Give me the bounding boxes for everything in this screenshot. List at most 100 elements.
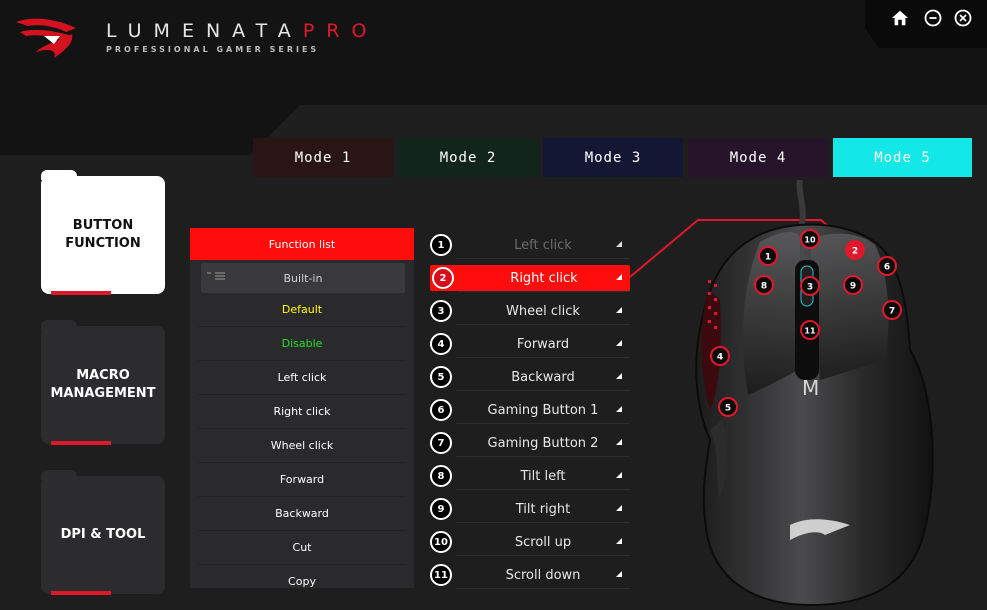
- tab-mode-2[interactable]: Mode 2: [398, 138, 538, 177]
- brand-name: LUMENATA: [106, 20, 303, 42]
- button-function-label: Tilt right: [515, 501, 571, 517]
- function-list-item[interactable]: Disable: [198, 327, 406, 361]
- button-number-badge: 9: [430, 498, 452, 520]
- function-list-item[interactable]: Cut: [198, 531, 406, 565]
- marker-number: 8: [761, 282, 767, 292]
- dropdown-arrow-icon: [616, 373, 622, 379]
- logo: LUMENATAPRO PROFESSIONAL GAMER SERIES: [14, 14, 414, 64]
- function-list-item[interactable]: Right click: [198, 395, 406, 429]
- button-number-badge: 10: [430, 531, 452, 553]
- marker-number: 2: [852, 247, 858, 257]
- mouse-marker-3[interactable]: 3: [800, 276, 820, 296]
- dropdown-arrow-icon: [616, 505, 622, 511]
- button-function-select[interactable]: Scroll up: [456, 531, 630, 556]
- function-list-item[interactable]: Copy: [198, 565, 406, 588]
- button-function-label: Tilt left: [520, 468, 566, 484]
- card-notch: [41, 320, 77, 330]
- nav-button-function-label: BUTTON FUNCTION: [65, 218, 141, 251]
- button-function-label: Backward: [511, 369, 575, 385]
- button-function-select[interactable]: Right click: [458, 267, 630, 292]
- button-row-2[interactable]: 2 Right click: [430, 265, 630, 292]
- button-number-badge: 4: [430, 333, 452, 355]
- button-function-select[interactable]: Tilt left: [456, 465, 630, 490]
- function-list-item[interactable]: Default: [198, 293, 406, 327]
- function-list-item[interactable]: Backward: [198, 497, 406, 531]
- button-function-select[interactable]: Gaming Button 2: [456, 432, 630, 457]
- button-row-6[interactable]: 6 Gaming Button 1: [430, 398, 630, 424]
- mouse-marker-5[interactable]: 5: [718, 397, 738, 417]
- minimize-icon[interactable]: [924, 9, 942, 27]
- button-row-4[interactable]: 4 Forward: [430, 332, 630, 358]
- marker-number: 4: [717, 353, 723, 363]
- button-row-8[interactable]: 8 Tilt left: [430, 464, 630, 490]
- mouse-marker-1[interactable]: 1: [758, 246, 778, 266]
- mouse-marker-8[interactable]: 8: [754, 275, 774, 295]
- button-function-select[interactable]: Scroll down: [456, 564, 630, 589]
- tab-mode-1[interactable]: Mode 1: [253, 138, 393, 177]
- list-icon: [207, 272, 225, 280]
- dropdown-arrow-icon: [616, 274, 622, 280]
- button-function-label: Forward: [516, 336, 570, 352]
- function-list-item[interactable]: Forward: [198, 463, 406, 497]
- button-row-5[interactable]: 5 Backward: [430, 365, 630, 391]
- button-row-1[interactable]: 1 Left click: [430, 233, 630, 259]
- button-row-10[interactable]: 10 Scroll up: [430, 530, 630, 556]
- marker-number: 1: [765, 253, 771, 263]
- nav-macro-management[interactable]: MACRO MANAGEMENT: [41, 320, 165, 445]
- button-row-11[interactable]: 11 Scroll down: [430, 563, 630, 589]
- tab-mode-3[interactable]: Mode 3: [543, 138, 683, 177]
- home-icon[interactable]: [891, 9, 909, 27]
- button-number-badge: 3: [430, 300, 452, 322]
- marker-number: 7: [889, 307, 895, 317]
- builtin-category[interactable]: Built-in: [201, 263, 405, 293]
- tab-mode-4[interactable]: Mode 4: [688, 138, 828, 177]
- function-list-item[interactable]: Wheel click: [198, 429, 406, 463]
- nav-dpi-tool[interactable]: DPI & TOOL: [41, 470, 165, 595]
- button-row-9[interactable]: 9 Tilt right: [430, 497, 630, 523]
- active-indicator: [51, 291, 111, 295]
- button-number-badge: 7: [430, 432, 452, 454]
- mouse-marker-7[interactable]: 7: [882, 300, 902, 320]
- mouse-marker-2[interactable]: 2: [845, 240, 865, 260]
- card-indicator: [51, 441, 111, 445]
- button-number-badge: 8: [430, 465, 452, 487]
- button-function-select[interactable]: Tilt right: [456, 498, 630, 523]
- logo-mark-icon: [16, 18, 76, 58]
- button-function-select[interactable]: Wheel click: [456, 300, 630, 325]
- mouse-marker-11[interactable]: 11: [800, 320, 820, 340]
- dropdown-arrow-icon: [616, 472, 622, 478]
- mouse-marker-4[interactable]: 4: [710, 346, 730, 366]
- dropdown-arrow-icon: [616, 241, 622, 247]
- builtin-label: Built-in: [283, 271, 323, 285]
- button-function-select[interactable]: Left click: [456, 234, 630, 259]
- button-function-label: Wheel click: [506, 303, 580, 319]
- brand-title: LUMENATAPRO: [106, 20, 378, 42]
- button-function-select[interactable]: Gaming Button 1: [456, 399, 630, 424]
- mouse-marker-9[interactable]: 9: [843, 275, 863, 295]
- button-function-label: Scroll up: [514, 534, 572, 550]
- button-number-badge: 5: [430, 366, 452, 388]
- mouse-glyph: M: [802, 376, 819, 400]
- button-function-select[interactable]: Backward: [456, 366, 630, 391]
- button-row-7[interactable]: 7 Gaming Button 2: [430, 431, 630, 457]
- button-function-label: Gaming Button 1: [487, 402, 599, 418]
- function-list-item[interactable]: Left click: [198, 361, 406, 395]
- close-icon[interactable]: [954, 9, 972, 27]
- nav-button-function[interactable]: BUTTON FUNCTION: [41, 170, 165, 295]
- button-function-label: Right click: [510, 270, 578, 286]
- marker-number: 11: [804, 327, 816, 336]
- card-indicator: [51, 591, 111, 595]
- button-number-badge: 2: [432, 267, 454, 289]
- mouse-marker-10[interactable]: 10: [800, 229, 820, 249]
- tab-mode-5[interactable]: Mode 5: [833, 138, 972, 177]
- button-function-select[interactable]: Forward: [456, 333, 630, 358]
- button-number-badge: 6: [430, 399, 452, 421]
- dropdown-arrow-icon: [616, 307, 622, 313]
- nav-dpi-tool-label: DPI & TOOL: [60, 527, 146, 542]
- mouse-marker-6[interactable]: 6: [877, 256, 897, 276]
- button-row-3[interactable]: 3 Wheel click: [430, 299, 630, 325]
- function-list: Function list Built-in Default Disable Lef…: [190, 228, 414, 588]
- button-function-label: Left click: [514, 237, 572, 253]
- card-notch: [41, 470, 77, 480]
- function-list-header: Function list: [190, 228, 414, 260]
